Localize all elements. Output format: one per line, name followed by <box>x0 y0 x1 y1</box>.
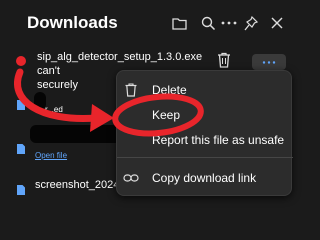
annotation-overlay <box>14 68 204 137</box>
annotation-arrow <box>14 68 100 122</box>
annotation-arrowhead <box>90 104 114 132</box>
annotation-circle-keep <box>112 93 204 137</box>
